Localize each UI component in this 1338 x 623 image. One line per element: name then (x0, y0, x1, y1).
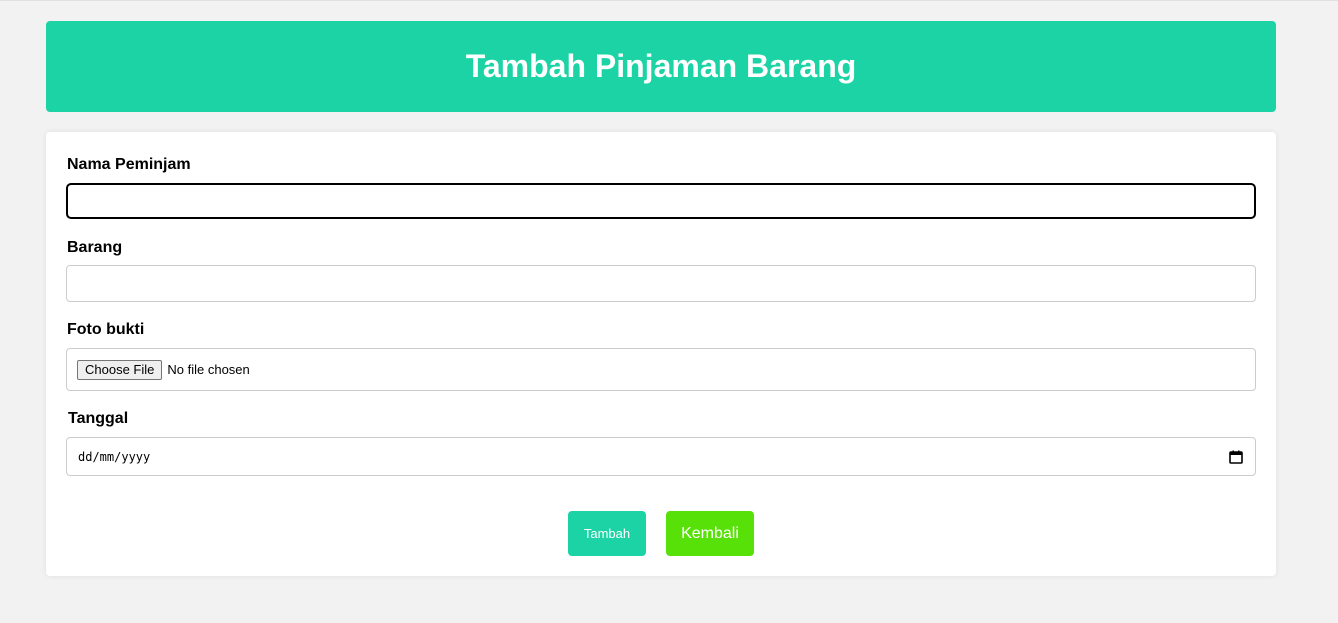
tanggal-label: Tanggal (68, 410, 129, 427)
barang-label: Barang (67, 239, 123, 256)
nama-peminjam-label: Nama Peminjam (67, 156, 191, 173)
page-title: Tambah Pinjaman Barang (465, 48, 857, 84)
kembali-button[interactable]: Kembali (666, 511, 754, 556)
barang-field (66, 265, 1256, 302)
loan-form: Nama Peminjam Barang Foto bukti Choose F… (46, 132, 1276, 576)
foto-bukti-field: Choose File No file chosen (66, 348, 1256, 391)
tambah-button[interactable]: Tambah (568, 511, 646, 556)
foto-bukti-label: Foto bukti (67, 321, 145, 338)
page-header: Tambah Pinjaman Barang (46, 21, 1276, 112)
top-divider (0, 0, 1338, 1)
tanggal-field[interactable]: dd/mm/yyyy (66, 437, 1256, 476)
date-placeholder: dd/mm/yyyy (78, 449, 151, 464)
nama-peminjam-field (66, 183, 1256, 219)
choose-file-button[interactable]: Choose File (77, 359, 163, 380)
file-status-text: No file chosen (167, 362, 250, 377)
calendar-icon[interactable] (1229, 450, 1243, 464)
file-input: Choose File No file chosen (67, 349, 1255, 390)
nama-peminjam-input[interactable] (68, 185, 1254, 217)
barang-input[interactable] (67, 266, 1255, 301)
date-input[interactable]: dd/mm/yyyy (67, 438, 1255, 475)
